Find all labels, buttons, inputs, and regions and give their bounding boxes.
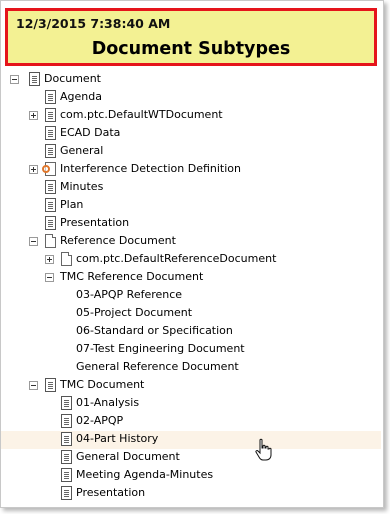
tree-node-label: 07-Test Engineering Document [76, 342, 245, 355]
tree-node-apqp-reference[interactable]: 03-APQP Reference [1, 287, 381, 305]
report-timestamp: 12/3/2015 7:38:40 AM [16, 16, 171, 31]
document-icon [45, 144, 56, 158]
tree-node-label: TMC Reference Document [60, 270, 204, 283]
tree-node-tmc-reference-document[interactable]: TMC Reference Document [1, 269, 381, 287]
tree-node-label: com.ptc.DefaultWTDocument [60, 108, 223, 121]
collapse-icon[interactable] [29, 381, 38, 390]
tree-node-label: 04-Part History [76, 432, 159, 445]
document-icon [61, 396, 72, 410]
tree-node-ecad-data[interactable]: ECAD Data [1, 125, 381, 143]
document-icon [45, 378, 56, 392]
interference-detection-icon [42, 162, 56, 176]
tree-node-test-engineering-document[interactable]: 07-Test Engineering Document [1, 341, 381, 359]
tree-node-reference-document[interactable]: Reference Document [1, 233, 381, 251]
collapse-icon[interactable] [29, 237, 38, 246]
tree-node-label: General Document [76, 450, 180, 463]
document-icon [45, 90, 56, 104]
tree-node-plan[interactable]: Plan [1, 197, 381, 215]
document-icon [61, 432, 72, 446]
document-icon [45, 180, 56, 194]
collapse-icon[interactable] [10, 75, 19, 84]
document-icon [45, 198, 56, 212]
tree-node-label: Presentation [76, 486, 146, 499]
window-frame: 12/3/2015 7:38:40 AM Document Subtypes D… [0, 0, 384, 508]
document-icon [45, 216, 56, 230]
tree-node-default-wt-document[interactable]: com.ptc.DefaultWTDocument [1, 107, 381, 125]
document-icon [61, 468, 72, 482]
tree-node-label: com.ptc.DefaultReferenceDocument [76, 252, 277, 265]
tree-node-general-document[interactable]: General Document [1, 449, 381, 467]
tree-node-default-reference-document[interactable]: com.ptc.DefaultReferenceDocument [1, 251, 381, 269]
tree-node-standard-or-specification[interactable]: 06-Standard or Specification [1, 323, 381, 341]
document-icon [61, 414, 72, 428]
blank-document-icon [61, 252, 72, 266]
tree-node-label: Meeting Agenda-Minutes [76, 468, 214, 481]
tree-node-label: General [60, 144, 104, 157]
page-title: Document Subtypes [91, 39, 291, 59]
tree-node-label: ECAD Data [60, 126, 121, 139]
tree-node-label: 02-APQP [76, 414, 124, 427]
tree-node-label: Minutes [60, 180, 104, 193]
tree-node-general-reference-document[interactable]: General Reference Document [1, 359, 381, 377]
hand-pointer-icon [255, 438, 272, 461]
document-icon [29, 72, 40, 86]
document-icon [61, 486, 72, 500]
expand-icon[interactable] [29, 111, 38, 120]
tree-node-label: Plan [60, 198, 84, 211]
report-header: 12/3/2015 7:38:40 AM Document Subtypes [5, 8, 377, 66]
tree-node-label: Document [44, 72, 101, 85]
tree-node-agenda[interactable]: Agenda [1, 89, 381, 107]
tree-node-label: Agenda [60, 90, 102, 103]
collapse-icon[interactable] [45, 273, 54, 282]
tree-node-label: General Reference Document [76, 360, 239, 373]
tree-node-project-document[interactable]: 05-Project Document [1, 305, 381, 323]
tree-node-meeting-agenda-minutes[interactable]: Meeting Agenda-Minutes [1, 467, 381, 485]
expand-icon[interactable] [29, 165, 38, 174]
tree-node-label: Interference Detection Definition [60, 162, 241, 175]
document-icon [45, 108, 56, 122]
tree-node-label: Reference Document [60, 234, 176, 247]
tree-node-part-history[interactable]: 04-Part History [1, 431, 381, 449]
document-icon [45, 126, 56, 140]
tree-node-analysis[interactable]: 01-Analysis [1, 395, 381, 413]
tree-node-label: Presentation [60, 216, 130, 229]
tree-node-label: 05-Project Document [76, 306, 193, 319]
tree-node-presentation[interactable]: Presentation [1, 215, 381, 233]
tree-node-tmc-document[interactable]: TMC Document [1, 377, 381, 395]
tree-node-general[interactable]: General [1, 143, 381, 161]
tree-node-label: 01-Analysis [76, 396, 140, 409]
tree-node-label: 06-Standard or Specification [76, 324, 233, 337]
tree-node-label: TMC Document [60, 378, 145, 391]
tree-node-minutes[interactable]: Minutes [1, 179, 381, 197]
tree-node-interference-detection[interactable]: Interference Detection Definition [1, 161, 381, 179]
tree-node-label: 03-APQP Reference [76, 288, 183, 301]
blank-document-icon [45, 234, 56, 248]
document-icon [61, 450, 72, 464]
tree-node-apqp[interactable]: 02-APQP [1, 413, 381, 431]
expand-icon[interactable] [45, 255, 54, 264]
tree-node-document[interactable]: Document [1, 71, 381, 89]
tree-node-tmc-presentation[interactable]: Presentation [1, 485, 381, 503]
